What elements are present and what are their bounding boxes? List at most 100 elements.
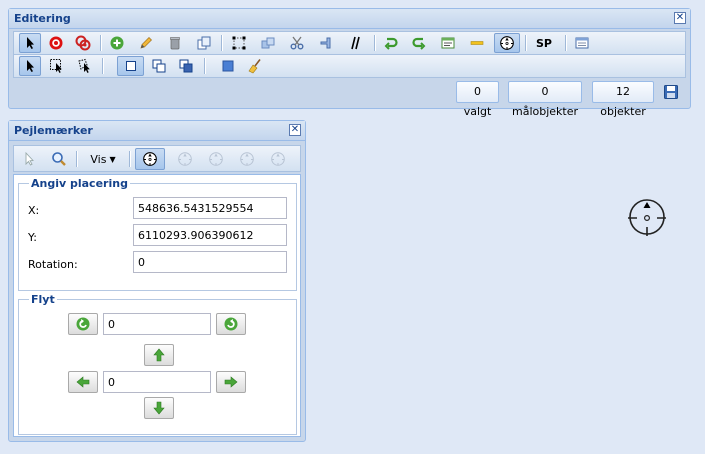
box-select-icon <box>50 59 62 73</box>
rotation-input[interactable] <box>133 251 287 273</box>
toolbar-separator <box>525 35 527 51</box>
rotate-cw-icon <box>224 317 238 331</box>
bearings-panel: Pejlemærker ✕ Vis ▼ Angiv placering X: 5… <box>8 120 306 442</box>
zoom-marker-button[interactable] <box>48 149 70 169</box>
blue-square-icon <box>222 60 234 72</box>
sp-button[interactable]: SP <box>530 33 558 53</box>
trash-icon <box>170 37 180 50</box>
sp-button-label: SP <box>536 36 552 50</box>
move-legend: Flyt <box>31 293 55 306</box>
vertex-edit-button[interactable] <box>228 33 250 53</box>
view-dropdown-label: Vis <box>90 152 107 166</box>
polygon-select-icon <box>78 58 90 73</box>
select-marker-button[interactable] <box>18 149 40 169</box>
redo-arrow-icon <box>412 37 426 50</box>
floppy-save-icon <box>664 85 678 99</box>
copy-icon <box>197 36 211 50</box>
compass-disabled-icon <box>209 152 223 166</box>
view-dropdown-button[interactable]: Vis ▼ <box>82 149 124 169</box>
add-to-selection-button[interactable] <box>148 56 170 76</box>
merge-button[interactable] <box>257 33 279 53</box>
bearing-marker-button[interactable] <box>494 33 520 53</box>
list-window-icon <box>575 37 589 49</box>
pointer-disabled-icon <box>25 151 34 166</box>
y-coordinate-input[interactable] <box>133 224 287 246</box>
arrow-left-icon <box>76 376 90 388</box>
save-button[interactable] <box>660 82 682 102</box>
merge-shapes-icon <box>261 37 275 49</box>
rotate-step-input[interactable] <box>103 313 211 335</box>
add-point-button[interactable] <box>45 33 67 53</box>
pointer-icon <box>27 60 34 72</box>
split-button[interactable] <box>286 33 308 53</box>
target-red-icon <box>49 36 63 50</box>
placement-legend: Angiv placering <box>31 177 128 190</box>
broom-icon <box>248 59 261 74</box>
toolbar-separator <box>204 58 206 74</box>
toolbar-separator <box>374 35 376 51</box>
measure-line-button[interactable] <box>466 33 488 53</box>
bearings-toolbar: Vis ▼ <box>13 145 301 172</box>
y-label: Y: <box>28 231 37 244</box>
selected-count: 0 valgt <box>456 81 499 118</box>
select-box-button[interactable] <box>46 56 68 76</box>
toolbar-separator <box>129 151 131 167</box>
new-selection-button[interactable] <box>117 56 144 76</box>
edit-feature-button[interactable] <box>135 33 157 53</box>
reshape-button[interactable] <box>315 33 337 53</box>
parallel-button[interactable] <box>344 33 366 53</box>
arrow-up-icon <box>153 348 165 362</box>
move-down-button[interactable] <box>144 397 174 419</box>
subtract-squares-icon <box>179 59 193 73</box>
editing-close-button[interactable]: ✕ <box>674 12 686 24</box>
magnifier-icon <box>52 152 66 166</box>
redo-button[interactable] <box>408 33 430 53</box>
parallel-lines-icon <box>351 36 360 50</box>
clear-selection-button[interactable] <box>244 56 266 76</box>
select-single-button[interactable] <box>19 56 41 76</box>
compass-disabled-icon <box>178 152 192 166</box>
marker-option-2-button[interactable] <box>174 149 196 169</box>
move-step-input[interactable] <box>103 371 211 393</box>
compass-disabled-icon <box>271 152 285 166</box>
rotate-left-button[interactable] <box>68 313 98 335</box>
move-left-button[interactable] <box>68 371 98 393</box>
undo-button[interactable] <box>380 33 402 53</box>
pointer-icon <box>27 37 34 49</box>
map-bearing-marker[interactable] <box>627 197 667 237</box>
marker-option-4-button[interactable] <box>236 149 258 169</box>
multi-point-button[interactable] <box>72 33 94 53</box>
vertex-grid-icon <box>232 36 246 50</box>
list-view-button[interactable] <box>571 33 593 53</box>
marker-option-3-button[interactable] <box>205 149 227 169</box>
bearings-close-button[interactable]: ✕ <box>289 124 301 136</box>
compass-disabled-icon <box>240 152 254 166</box>
undo-arrow-icon <box>384 37 398 50</box>
form-icon <box>441 37 455 49</box>
x-coordinate-input[interactable] <box>133 197 287 219</box>
select-all-button[interactable] <box>217 56 239 76</box>
copy-feature-button[interactable] <box>193 33 215 53</box>
compass-target-icon <box>143 152 157 166</box>
move-up-button[interactable] <box>144 344 174 366</box>
editing-toolbar-row-1: SP <box>13 31 686 55</box>
select-polygon-button[interactable] <box>74 56 96 76</box>
rotate-right-button[interactable] <box>216 313 246 335</box>
bearings-panel-title: Pejlemærker <box>9 121 305 141</box>
pencil-icon <box>140 37 152 49</box>
arrow-down-icon <box>153 401 165 415</box>
toolbar-separator <box>102 58 104 74</box>
place-marker-button[interactable] <box>135 148 165 170</box>
add-feature-button[interactable] <box>106 33 128 53</box>
select-pointer-button[interactable] <box>19 33 41 53</box>
subtract-selection-button[interactable] <box>175 56 197 76</box>
attribute-form-button[interactable] <box>437 33 459 53</box>
plus-circle-icon <box>110 36 124 50</box>
delete-feature-button[interactable] <box>164 33 186 53</box>
toolbar-separator <box>221 35 223 51</box>
chevron-down-icon: ▼ <box>109 154 116 164</box>
move-right-button[interactable] <box>216 371 246 393</box>
marker-option-5-button[interactable] <box>267 149 289 169</box>
toolbar-separator <box>100 35 102 51</box>
editing-panel-title: Editering <box>9 9 690 29</box>
